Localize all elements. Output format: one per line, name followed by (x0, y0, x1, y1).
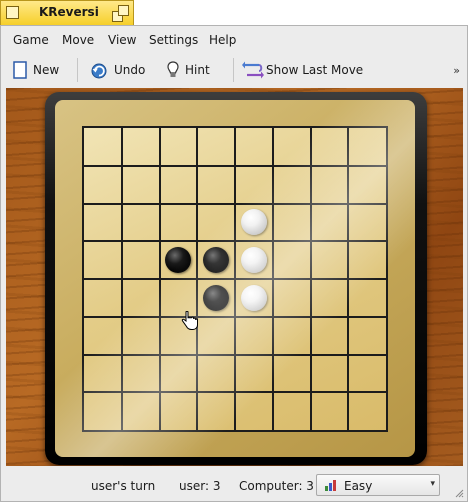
turn-status: user's turn (91, 479, 156, 493)
hint-button[interactable]: Hint (167, 59, 210, 81)
board-bezel (45, 92, 427, 465)
reversi-board-grid[interactable] (82, 126, 388, 432)
menu-game[interactable]: Game (13, 33, 49, 47)
board-grid-line (84, 353, 386, 356)
new-button-label: New (33, 63, 60, 77)
toolbar: New Undo Hint Show Last Move » (2, 54, 466, 84)
window-title-tab[interactable]: KReversi (0, 0, 134, 25)
white-stone (240, 247, 267, 274)
menu-settings[interactable]: Settings (149, 33, 198, 47)
undo-button-label: Undo (114, 63, 146, 77)
main-window: Game Move View Settings Help New Undo Hi… (0, 25, 468, 502)
menu-move[interactable]: Move (62, 33, 94, 47)
menu-help[interactable]: Help (209, 33, 236, 47)
new-button[interactable]: New (13, 59, 59, 81)
difficulty-label: Easy (344, 479, 373, 493)
last-move-arrows-icon (242, 61, 264, 79)
board-grid-line (84, 278, 386, 280)
white-stone (240, 284, 267, 311)
lightbulb-icon (167, 61, 179, 77)
black-stone (203, 284, 230, 311)
white-stone (240, 209, 267, 236)
toolbar-separator (233, 58, 234, 82)
hand-cursor-icon (181, 311, 198, 330)
menubar: Game Move View Settings Help (2, 28, 466, 50)
difficulty-select[interactable]: Easy ▾ (316, 474, 440, 496)
show-last-move-button[interactable]: Show Last Move (242, 59, 363, 81)
hint-button-label: Hint (185, 63, 210, 77)
board-grid-line (309, 128, 312, 430)
board-grid-line (84, 391, 386, 394)
chevron-double-right-icon[interactable]: » (453, 64, 460, 77)
black-stone (165, 247, 192, 274)
maximize-icon[interactable] (112, 5, 130, 22)
menu-view[interactable]: View (108, 33, 136, 47)
user-score: user: 3 (179, 479, 221, 493)
undo-button[interactable]: Undo (90, 59, 145, 81)
resize-grip-icon[interactable] (454, 488, 464, 498)
game-area (6, 88, 463, 466)
window-menu-icon[interactable] (6, 6, 19, 19)
black-stone (203, 247, 230, 274)
computer-score: Computer: 3 (239, 479, 314, 493)
board-grid-line (84, 315, 386, 318)
show-last-move-label: Show Last Move (266, 63, 364, 77)
board-grid-line (271, 128, 274, 430)
bar-chart-icon (325, 480, 336, 491)
new-document-icon (13, 61, 27, 79)
chevron-down-icon: ▾ (430, 479, 435, 489)
window-title: KReversi (39, 5, 99, 19)
toolbar-separator (77, 58, 78, 82)
board-frame (55, 100, 415, 457)
undo-icon (91, 63, 107, 79)
board-grid-line (347, 128, 350, 430)
status-bar: user's turn user: 3 Computer: 3 Easy ▾ (2, 470, 466, 500)
